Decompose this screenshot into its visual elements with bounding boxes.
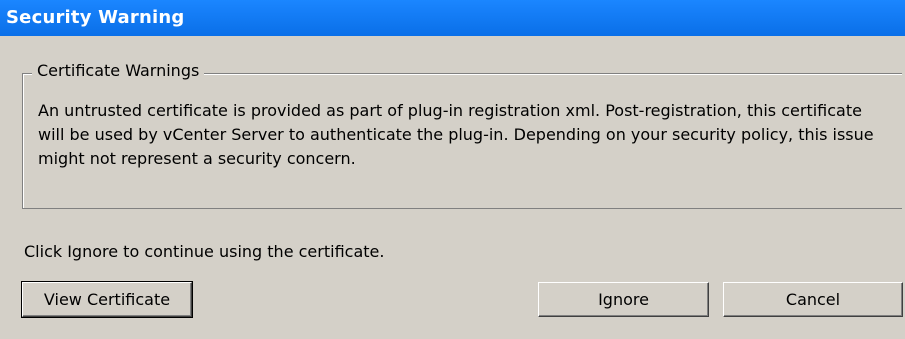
ignore-button[interactable]: Ignore	[538, 282, 709, 317]
group-legend: Certificate Warnings	[32, 61, 205, 80]
warning-message: An untrusted certificate is provided as …	[38, 101, 874, 168]
title-bar[interactable]: Security Warning	[0, 0, 905, 36]
window-title: Security Warning	[6, 7, 185, 28]
instruction-text: Click Ignore to continue using the certi…	[24, 242, 385, 261]
cancel-button[interactable]: Cancel	[723, 282, 903, 317]
security-warning-dialog: Security Warning Certificate Warnings An…	[0, 0, 905, 339]
view-certificate-button[interactable]: View Certificate	[21, 281, 193, 318]
